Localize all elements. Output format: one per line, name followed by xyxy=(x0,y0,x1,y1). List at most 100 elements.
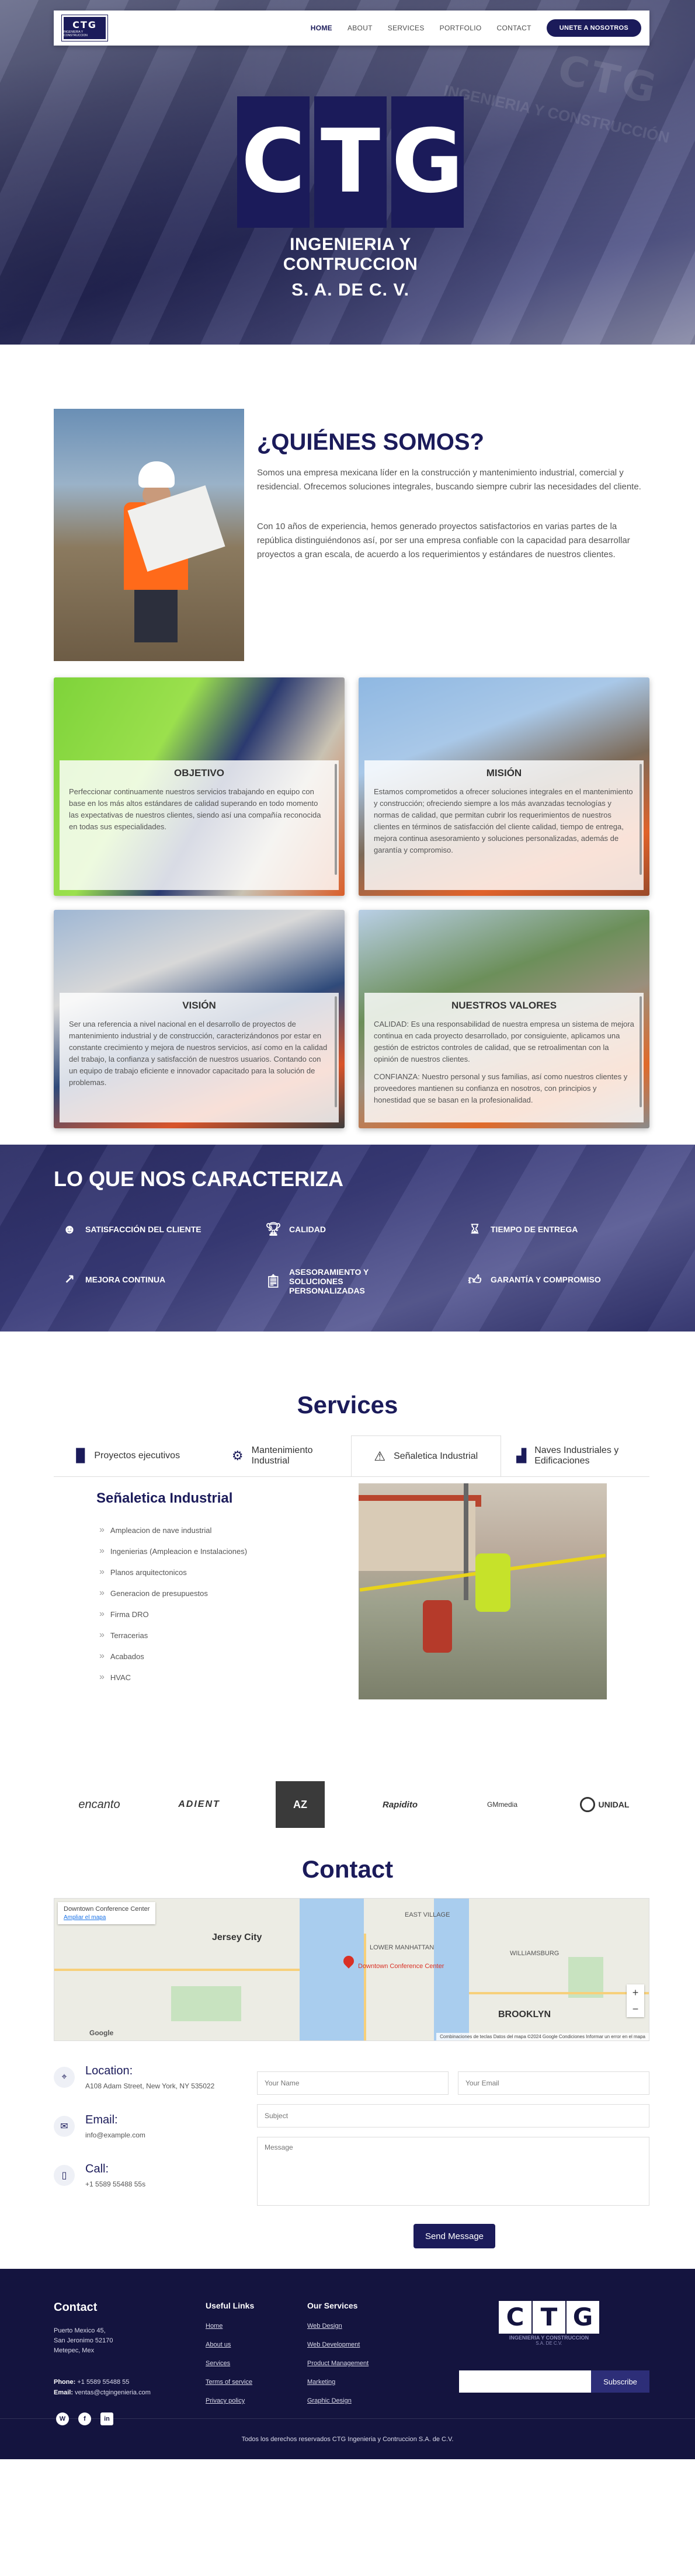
service-detail-title: Señaletica Industrial xyxy=(96,1490,233,1506)
file-icon: ▉ xyxy=(76,1448,86,1463)
card-valores-text-1: CALIDAD: Es una responsabilidad de nuest… xyxy=(374,1020,634,1063)
footer-logo: C T G INGENIERIA Y CONSTRUCCION S.A. DE … xyxy=(496,2301,602,2346)
footer: Contact Puerto Mexico 45, San Jeronimo 5… xyxy=(0,2269,695,2459)
nav-portfolio[interactable]: PORTFOLIO xyxy=(440,24,482,32)
subscribe-button[interactable]: Subscribe xyxy=(591,2370,649,2393)
footer-link-privacy[interactable]: Privacy policy xyxy=(206,2397,245,2404)
card-vision-text: Ser una referencia a nivel nacional en e… xyxy=(69,1020,328,1087)
feature-satisfaccion: ☻ SATISFACCIÓN DEL CLIENTE xyxy=(62,1222,201,1237)
footer-email: Email: ventas@ctgingenieria.com xyxy=(54,2389,151,2396)
tab-naves-industriales[interactable]: ▟ Naves Industriales y Edificaciones xyxy=(501,1435,650,1476)
feature-label: SATISFACCIÓN DEL CLIENTE xyxy=(85,1225,201,1234)
google-logo: Google xyxy=(89,2029,114,2037)
our-services-title: Our Services xyxy=(307,2301,358,2310)
location-label: Location: xyxy=(85,2064,133,2077)
double-chevron-icon: » xyxy=(99,1567,105,1577)
useful-links-title: Useful Links xyxy=(206,2301,255,2310)
features-section: LO QUE NOS CARACTERIZA ☻ SATISFACCIÓN DE… xyxy=(0,1145,695,1332)
feature-garantia: 👍︎ GARANTÍA Y COMPROMISO xyxy=(467,1272,601,1287)
card-scrollbar[interactable] xyxy=(335,996,337,1107)
tab-mantenimiento-industrial[interactable]: ⚙ Mantenimiento Industrial xyxy=(203,1435,352,1476)
hero-tagline: INGENIERIA Y CONTRUCCION xyxy=(283,235,418,274)
tab-label: Naves Industriales y Edificaciones xyxy=(534,1445,619,1466)
map-label-williamsburg: WILLIAMSBURG xyxy=(510,1950,560,1957)
navbar: CTG INGENIERIA Y CONSTRUCCION HOME ABOUT… xyxy=(54,11,649,46)
feature-label: TIEMPO DE ENTREGA xyxy=(491,1225,578,1234)
phone-icon: ▯ xyxy=(54,2165,75,2186)
email-label: Email: xyxy=(85,2113,118,2126)
feature-asesoramiento: 📋︎ ASESORAMIENTO Y SOLUCIONES PERSONALIZ… xyxy=(265,1267,394,1295)
name-input[interactable] xyxy=(257,2071,449,2095)
unidal-mark-icon xyxy=(579,1797,595,1812)
feature-label: CALIDAD xyxy=(289,1225,326,1234)
footer-service-web-dev[interactable]: Web Development xyxy=(307,2341,360,2348)
message-textarea[interactable] xyxy=(257,2137,649,2206)
map-label-jersey: Jersey City xyxy=(212,1932,262,1942)
double-chevron-icon: » xyxy=(99,1546,105,1556)
tab-senaletica-industrial[interactable]: ⚠ Señaletica Industrial xyxy=(351,1435,501,1476)
double-chevron-icon: » xyxy=(99,1525,105,1535)
zoom-out-button[interactable]: − xyxy=(627,2001,644,2017)
tab-proyectos-ejecutivos[interactable]: ▉ Proyectos ejecutivos xyxy=(54,1435,203,1476)
services-title: Services xyxy=(297,1391,398,1419)
footer-link-services[interactable]: Services xyxy=(206,2360,230,2367)
nav-contact[interactable]: CONTACT xyxy=(497,24,531,32)
client-logo-adient: ADIENT xyxy=(178,1799,220,1809)
hourglass-icon: ⌛︎ xyxy=(471,1222,479,1236)
client-logo-rapidito: Rapidito xyxy=(383,1799,418,1810)
copyright: Todos los derechos reservados CTG Ingeni… xyxy=(0,2418,695,2459)
footer-service-product[interactable]: Product Management xyxy=(307,2360,369,2367)
footer-link-about[interactable]: About us xyxy=(206,2341,231,2348)
nav-logo[interactable]: CTG INGENIERIA Y CONSTRUCCION xyxy=(61,15,108,41)
nav-about[interactable]: ABOUT xyxy=(348,24,373,32)
card-scrollbar[interactable] xyxy=(640,996,642,1107)
hero-logo: C T G INGENIERIA Y CONTRUCCION S. A. DE … xyxy=(222,96,479,300)
map-embed[interactable]: Jersey City EAST VILLAGE LOWER MANHATTAN… xyxy=(54,1898,649,2041)
footer-service-marketing[interactable]: Marketing xyxy=(307,2379,335,2386)
hero-letter-g: G xyxy=(391,96,464,228)
engineer-figure xyxy=(124,461,225,642)
nav-home[interactable]: HOME xyxy=(311,24,332,32)
card-scrollbar[interactable] xyxy=(335,764,337,875)
zoom-in-button[interactable]: + xyxy=(627,1984,644,2001)
feature-calidad: 🏆︎ CALIDAD xyxy=(265,1222,326,1237)
email-input[interactable] xyxy=(458,2071,649,2095)
map-enlarge-link[interactable]: Ampliar el mapa xyxy=(64,1914,150,1921)
footer-service-web-design[interactable]: Web Design xyxy=(307,2323,342,2330)
service-list: » Ampleacion de nave industrial » Ingenier… xyxy=(99,1520,247,1688)
card-valores-text-2: CONFIANZA: Nuestro personal y sus famili… xyxy=(374,1072,628,1104)
footer-contact-title: Contact xyxy=(54,2301,98,2314)
client-logo-encanto: encanto xyxy=(78,1798,120,1811)
newsletter-input[interactable] xyxy=(459,2370,591,2393)
send-message-button[interactable]: Send Message xyxy=(413,2224,495,2248)
double-chevron-icon: » xyxy=(99,1672,105,1682)
features-title: LO QUE NOS CARACTERIZA xyxy=(54,1167,344,1191)
card-scrollbar[interactable] xyxy=(640,764,642,875)
list-item: » Firma DRO xyxy=(99,1609,149,1619)
location-value: A108 Adam Street, New York, NY 535022 xyxy=(85,2082,215,2090)
about-paragraph-2: Con 10 años de experiencia, hemos genera… xyxy=(257,522,630,559)
footer-link-terms[interactable]: Terms of service xyxy=(206,2379,252,2386)
feature-label: ASESORAMIENTO Y SOLUCIONES PERSONALIZADA… xyxy=(289,1267,369,1295)
client-logo-gmmedia: GMmedia xyxy=(487,1800,517,1809)
clipboard-icon: 📋︎ xyxy=(265,1274,282,1288)
nav-services[interactable]: SERVICES xyxy=(388,24,425,32)
subject-input[interactable] xyxy=(257,2104,649,2127)
footer-link-home[interactable]: Home xyxy=(206,2323,223,2330)
call-label: Call: xyxy=(85,2163,109,2175)
footer-service-graphic[interactable]: Graphic Design xyxy=(307,2397,352,2404)
join-us-button[interactable]: UNETE A NOSOTROS xyxy=(546,19,641,37)
list-item: » Generacion de presupuestos xyxy=(99,1588,208,1598)
card-objetivo-box: OBJETIVO Perfeccionar continuamente nues… xyxy=(60,760,339,890)
useful-links-list: Home About us Services Terms of service … xyxy=(206,2320,252,2414)
list-item: » Ingenierias (Ampleacion e Instalaciones… xyxy=(99,1546,248,1556)
map-attribution[interactable]: Combinaciones de teclas Datos del mapa ©… xyxy=(436,2033,649,2040)
card-valores-title: NUESTROS VALORES xyxy=(451,1000,557,1011)
card-valores: NUESTROS VALORES CALIDAD: Es una respons… xyxy=(359,910,649,1128)
hero-letter-t: T xyxy=(314,96,387,228)
list-item: » Planos arquitectonicos xyxy=(99,1567,187,1577)
building-chart-icon: ▟ xyxy=(516,1448,527,1463)
service-photo xyxy=(359,1483,607,1699)
double-chevron-icon: » xyxy=(99,1651,105,1661)
tab-label: Proyectos ejecutivos xyxy=(94,1451,180,1461)
